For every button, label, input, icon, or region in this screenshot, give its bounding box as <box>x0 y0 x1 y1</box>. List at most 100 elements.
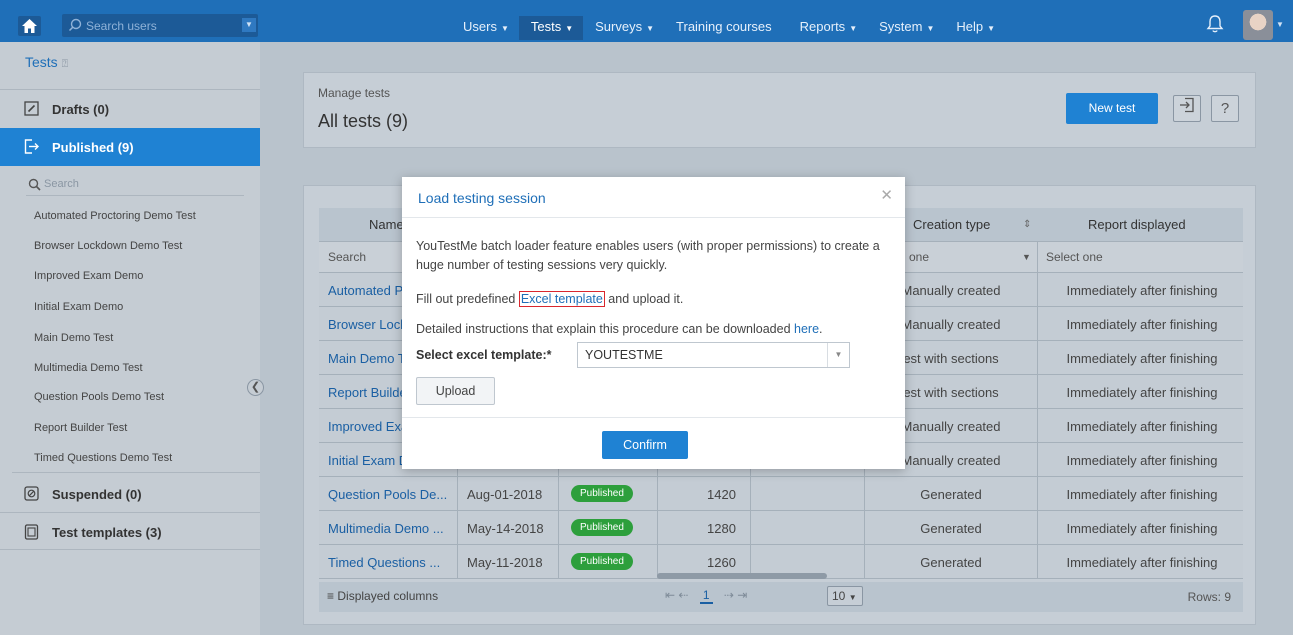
column-header-name[interactable]: Name <box>369 217 404 232</box>
sidebar-item-test-templates[interactable]: Test templates (3) <box>0 513 260 551</box>
first-page-icon[interactable]: ⇤ <box>665 588 675 602</box>
sidebar-item-drafts[interactable]: Drafts (0) <box>0 90 260 128</box>
select-template-label: Select excel template:* <box>416 348 552 362</box>
user-search-input[interactable] <box>86 17 236 34</box>
column-divider <box>1037 307 1038 341</box>
report-displayed: Immediately after finishing <box>1066 283 1218 298</box>
nav-item-training-courses[interactable]: Training courses <box>664 16 788 40</box>
nav-label: Reports <box>799 19 846 34</box>
status-badge: Published <box>571 553 633 570</box>
sidebar-item-suspended[interactable]: Suspended (0) <box>0 475 260 513</box>
search-icon <box>28 178 41 191</box>
sidebar-test-item[interactable]: Main Demo Test <box>34 332 113 344</box>
sort-icon[interactable]: ⇕ <box>1023 219 1031 230</box>
column-divider <box>750 477 751 511</box>
instructions-download-link[interactable]: here <box>794 322 819 336</box>
column-divider <box>1037 443 1038 477</box>
previous-page-icon[interactable]: ⇠ <box>678 588 688 602</box>
test-name-link[interactable]: Question Pools De... <box>328 487 447 502</box>
chevron-down-icon[interactable]: ▼ <box>827 343 849 367</box>
column-divider <box>558 511 559 545</box>
column-divider <box>657 477 658 511</box>
report-displayed-filter[interactable]: Select one <box>1046 250 1103 264</box>
divider <box>12 472 260 473</box>
collapse-sidebar-button[interactable]: ❮ <box>247 379 264 396</box>
help-button[interactable]: ? <box>1211 95 1239 122</box>
column-divider <box>1037 477 1038 511</box>
report-displayed: Immediately after finishing <box>1066 453 1218 468</box>
sidebar-test-item[interactable]: Improved Exam Demo <box>34 270 143 282</box>
report-displayed: Immediately after finishing <box>1066 487 1218 502</box>
user-avatar[interactable] <box>1243 10 1273 40</box>
sidebar-search-input[interactable] <box>44 178 224 190</box>
template-instruction: Fill out predefined Excel template and u… <box>416 290 683 309</box>
displayed-columns-button[interactable]: ≡ Displayed columns <box>327 589 438 603</box>
test-date: Aug-01-2018 <box>467 487 543 502</box>
sidebar-item-published[interactable]: Published (9) <box>0 128 260 166</box>
divider <box>402 217 905 218</box>
test-name-link[interactable]: Timed Questions ... <box>328 555 440 570</box>
test-name-link[interactable]: Main Demo Te <box>328 351 412 366</box>
sidebar-test-item[interactable]: Multimedia Demo Test <box>34 362 143 374</box>
search-dropdown-toggle[interactable]: ▼ <box>242 18 256 32</box>
upload-button[interactable]: Upload <box>416 377 495 405</box>
table-row[interactable]: Multimedia Demo ... May-14-2018 1280 Genera… <box>319 511 1243 545</box>
sidebar-test-item[interactable]: Question Pools Demo Test <box>34 391 164 403</box>
bell-icon[interactable] <box>1206 14 1224 34</box>
chevron-down-icon: ▼ <box>987 24 996 33</box>
column-header-creation-type[interactable]: Creation type <box>913 217 990 232</box>
test-name-link[interactable]: Improved Exa <box>328 419 408 434</box>
table-row[interactable]: Question Pools De... Aug-01-2018 1420 Gener… <box>319 477 1243 511</box>
column-header-report-displayed[interactable]: Report displayed <box>1088 217 1186 232</box>
nav-item-users[interactable]: Users ▼ <box>451 16 519 40</box>
close-icon[interactable]: ✕ <box>880 186 893 204</box>
home-icon <box>22 19 37 33</box>
sidebar-test-item[interactable]: Browser Lockdown Demo Test <box>34 240 182 252</box>
test-name-link[interactable]: Multimedia Demo ... <box>328 521 444 536</box>
suspended-icon <box>24 486 39 501</box>
horizontal-scrollbar[interactable] <box>657 573 827 579</box>
creation-type-filter[interactable]: one <box>909 250 929 264</box>
next-page-icon[interactable]: ⇢ <box>724 588 734 602</box>
help-circle-icon[interactable]: ⍰ <box>62 58 69 70</box>
search-icon <box>68 18 82 32</box>
divider <box>0 549 260 550</box>
import-button[interactable] <box>1173 95 1201 122</box>
sidebar-search <box>26 176 244 196</box>
test-date: May-11-2018 <box>467 555 543 570</box>
report-displayed: Immediately after finishing <box>1066 317 1218 332</box>
column-divider <box>1037 545 1038 579</box>
sidebar-test-item[interactable]: Report Builder Test <box>34 422 127 434</box>
nav-item-help[interactable]: Help ▼ <box>944 16 1005 40</box>
name-filter-input[interactable]: Search <box>328 250 366 264</box>
test-name-link[interactable]: Initial Exam D <box>328 453 408 468</box>
nav-item-reports[interactable]: Reports ▼ <box>788 16 867 40</box>
test-name-link[interactable]: Report Builde <box>328 385 407 400</box>
excel-template-select[interactable]: YOUTESTME ▼ <box>577 342 850 368</box>
instruction-text: and upload it. <box>604 292 684 306</box>
test-name-link[interactable]: Automated Pr <box>328 283 408 298</box>
page-title: All tests (9) <box>318 111 409 131</box>
sidebar-test-item[interactable]: Automated Proctoring Demo Test <box>34 210 196 222</box>
sidebar-test-item[interactable]: Timed Questions Demo Test <box>34 452 172 464</box>
nav-item-tests[interactable]: Tests ▼ <box>518 16 584 40</box>
test-name-link[interactable]: Browser Lock <box>328 317 407 332</box>
status-badge: Published <box>571 485 633 502</box>
confirm-button[interactable]: Confirm <box>602 431 688 459</box>
page-subtitle: Manage tests <box>318 86 391 100</box>
chevron-down-icon[interactable]: ▼ <box>1276 20 1284 29</box>
sidebar-test-item[interactable]: Initial Exam Demo <box>34 301 123 313</box>
excel-template-link[interactable]: Excel template <box>518 291 605 307</box>
home-button[interactable] <box>18 16 41 36</box>
instruction-text: . <box>819 322 823 336</box>
current-page[interactable]: 1 <box>699 588 713 604</box>
report-displayed: Immediately after finishing <box>1066 555 1218 570</box>
rows-per-page-select[interactable]: 10 ▼ <box>827 586 863 606</box>
nav-item-surveys[interactable]: Surveys ▼ <box>583 16 664 40</box>
chevron-down-icon[interactable]: ▼ <box>1022 252 1031 262</box>
last-page-icon[interactable]: ⇥ <box>737 588 747 602</box>
column-divider <box>457 477 458 511</box>
new-test-button[interactable]: New test <box>1066 93 1158 124</box>
nav-item-system[interactable]: System ▼ <box>867 16 944 40</box>
page-header: Manage tests All tests (9) New test ? <box>303 72 1256 148</box>
